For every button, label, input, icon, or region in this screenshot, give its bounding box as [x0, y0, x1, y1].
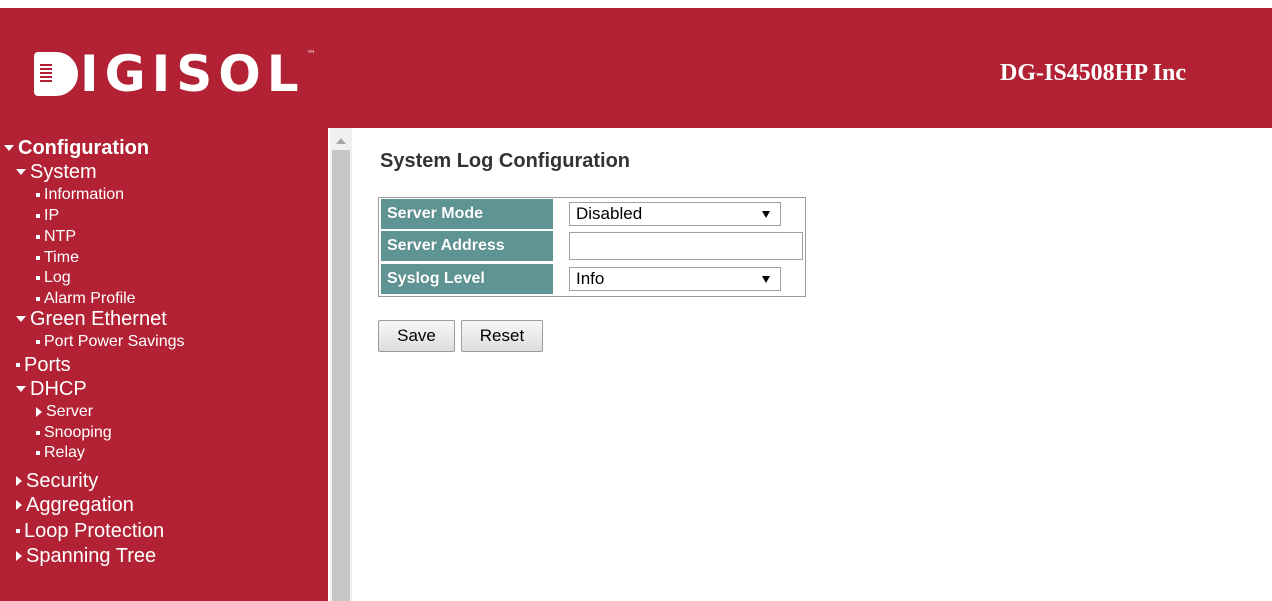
dropdown-arrow-icon — [762, 211, 770, 218]
header-bar: IGISOL ™ DG-IS4508HP Inc — [0, 8, 1272, 128]
nav-item-configuration[interactable]: Configuration — [4, 138, 149, 158]
reset-button[interactable]: Reset — [461, 320, 543, 352]
nav-label: Server — [46, 403, 94, 420]
nav-label: System — [30, 161, 97, 183]
syslog-config-table: Server Mode Disabled Server Address Sysl… — [378, 197, 806, 297]
server-mode-label: Server Mode — [381, 199, 553, 229]
nav-label: Loop Protection — [24, 520, 165, 542]
server-mode-row: Server Mode Disabled — [379, 198, 805, 229]
device-model-title: DG-IS4508HP Inc — [1000, 60, 1187, 86]
nav-item-server[interactable]: Server — [36, 404, 93, 420]
nav-item-system[interactable]: System — [16, 162, 97, 182]
bullet-square-icon — [36, 340, 40, 344]
nav-label: Snooping — [44, 424, 112, 441]
bullet-square-icon — [36, 297, 40, 301]
collapsed-triangle-icon — [16, 476, 22, 486]
nav-item-green-ethernet[interactable]: Green Ethernet — [16, 309, 167, 329]
nav-label: Information — [44, 186, 125, 203]
nav-item-aggregation[interactable]: Aggregation — [16, 495, 134, 515]
nav-label: Green Ethernet — [30, 308, 167, 330]
nav-label: DHCP — [30, 378, 87, 400]
nav-label: Spanning Tree — [26, 545, 157, 567]
server-mode-select[interactable]: Disabled — [569, 202, 781, 226]
page-title: System Log Configuration — [380, 150, 630, 172]
scrollbar-thumb[interactable] — [332, 150, 350, 601]
save-button[interactable]: Save — [378, 320, 455, 352]
expand-triangle-icon — [4, 145, 14, 151]
nav-item-dhcp[interactable]: DHCP — [16, 379, 87, 399]
nav-item-ntp[interactable]: NTP — [36, 229, 76, 245]
syslog-level-label: Syslog Level — [381, 264, 553, 294]
scroll-up-arrow-icon[interactable] — [336, 138, 346, 144]
nav-item-time[interactable]: Time — [36, 250, 79, 266]
nav-item-log[interactable]: Log — [36, 270, 71, 286]
nav-label: Security — [26, 470, 99, 492]
collapsed-triangle-icon — [36, 407, 42, 417]
nav-item-ip[interactable]: IP — [36, 208, 59, 224]
nav-label: Aggregation — [26, 494, 134, 516]
bullet-square-icon — [36, 451, 40, 455]
expand-triangle-icon — [16, 169, 26, 175]
nav-label: Port Power Savings — [44, 333, 185, 350]
sidebar-nav: Configuration System Information IP NTP … — [0, 128, 328, 601]
bullet-square-icon — [36, 214, 40, 218]
nav-label: NTP — [44, 228, 76, 245]
server-address-label: Server Address — [381, 231, 553, 261]
nav-item-alarm-profile[interactable]: Alarm Profile — [36, 291, 136, 307]
bullet-square-icon — [36, 431, 40, 435]
server-address-row: Server Address — [379, 230, 805, 261]
nav-item-information[interactable]: Information — [36, 187, 124, 203]
nav-label: IP — [44, 207, 60, 224]
nav-item-port-power-savings[interactable]: Port Power Savings — [36, 334, 185, 350]
bullet-square-icon — [36, 193, 40, 197]
logo-text: IGISOL — [80, 45, 305, 103]
logo-d-icon — [34, 52, 78, 96]
nav-item-relay[interactable]: Relay — [36, 445, 85, 461]
nav-label: Configuration — [18, 137, 150, 159]
server-mode-value: Disabled — [576, 204, 643, 223]
nav-label: Alarm Profile — [44, 290, 136, 307]
nav-item-ports[interactable]: Ports — [16, 355, 71, 375]
nav-label: Ports — [24, 354, 71, 376]
bullet-square-icon — [36, 276, 40, 280]
bullet-square-icon — [16, 529, 20, 533]
collapsed-triangle-icon — [16, 551, 22, 561]
bullet-square-icon — [36, 235, 40, 239]
nav-label: Relay — [44, 444, 85, 461]
nav-item-spanning-tree[interactable]: Spanning Tree — [16, 546, 156, 566]
expand-triangle-icon — [16, 316, 26, 322]
nav-item-snooping[interactable]: Snooping — [36, 425, 112, 441]
bullet-square-icon — [36, 256, 40, 260]
nav-item-security[interactable]: Security — [16, 471, 98, 491]
nav-item-loop-protection[interactable]: Loop Protection — [16, 521, 164, 541]
syslog-level-row: Syslog Level Info — [379, 263, 805, 294]
bullet-square-icon — [16, 363, 20, 367]
server-address-input[interactable] — [569, 232, 803, 260]
nav-label: Time — [44, 249, 79, 266]
trademark-symbol: ™ — [306, 50, 316, 60]
syslog-level-select[interactable]: Info — [569, 267, 781, 291]
collapsed-triangle-icon — [16, 500, 22, 510]
dropdown-arrow-icon — [762, 276, 770, 283]
digisol-logo: IGISOL ™ — [34, 46, 316, 102]
nav-label: Log — [44, 269, 71, 286]
syslog-level-value: Info — [576, 269, 605, 288]
expand-triangle-icon — [16, 386, 26, 392]
